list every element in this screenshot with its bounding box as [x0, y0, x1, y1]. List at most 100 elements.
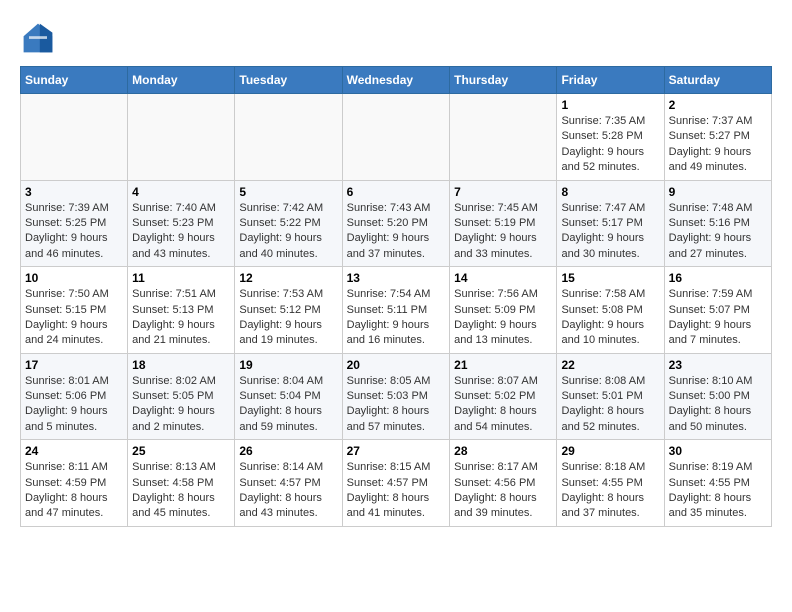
day-number: 21: [454, 358, 552, 372]
day-number: 26: [239, 444, 337, 458]
week-row-3: 10 Sunrise: 7:50 AM Sunset: 5:15 PM Dayli…: [21, 267, 772, 354]
day-cell: 20 Sunrise: 8:05 AM Sunset: 5:03 PM Dayli…: [342, 353, 450, 440]
day-number: 14: [454, 271, 552, 285]
day-number: 17: [25, 358, 123, 372]
day-info: Sunrise: 7:45 AM Sunset: 5:19 PM Dayligh…: [454, 201, 552, 263]
header-friday: Friday: [557, 67, 664, 94]
day-cell: 3 Sunrise: 7:39 AM Sunset: 5:25 PM Daylig…: [21, 180, 128, 267]
day-cell: 15Sunrise: 7:58 AM Sunset: 5:08 PM Dayli…: [557, 267, 664, 354]
day-number: 15: [561, 271, 659, 285]
day-number: 5: [239, 185, 337, 199]
day-cell: 7 Sunrise: 7:45 AM Sunset: 5:19 PM Daylig…: [450, 180, 557, 267]
day-info: Sunrise: 8:18 AM Sunset: 4:55 PM Dayligh…: [561, 460, 659, 522]
day-number: 1: [561, 98, 659, 112]
day-number: 20: [347, 358, 446, 372]
day-number: 27: [347, 444, 446, 458]
day-number: 22: [561, 358, 659, 372]
day-info: Sunrise: 8:08 AM Sunset: 5:01 PM Dayligh…: [561, 374, 659, 436]
day-cell: 22 Sunrise: 8:08 AM Sunset: 5:01 PM Dayli…: [557, 353, 664, 440]
day-number: 7: [454, 185, 552, 199]
day-number: 4: [132, 185, 230, 199]
day-info: Sunrise: 7:42 AM Sunset: 5:22 PM Dayligh…: [239, 201, 337, 263]
day-info: Sunrise: 7:56 AM Sunset: 5:09 PM Dayligh…: [454, 287, 552, 349]
day-cell: 1 Sunrise: 7:35 AM Sunset: 5:28 PM Daylig…: [557, 94, 664, 181]
day-number: 3: [25, 185, 123, 199]
day-info: Sunrise: 8:07 AM Sunset: 5:02 PM Dayligh…: [454, 374, 552, 436]
day-number: 23: [669, 358, 767, 372]
logo-icon: [20, 20, 56, 56]
week-row-2: 3 Sunrise: 7:39 AM Sunset: 5:25 PM Daylig…: [21, 180, 772, 267]
day-info: Sunrise: 7:51 AM Sunset: 5:13 PM Dayligh…: [132, 287, 230, 349]
week-row-5: 24 Sunrise: 8:11 AM Sunset: 4:59 PM Dayli…: [21, 440, 772, 527]
day-info: Sunrise: 7:40 AM Sunset: 5:23 PM Dayligh…: [132, 201, 230, 263]
day-cell: 16Sunrise: 7:59 AM Sunset: 5:07 PM Dayli…: [664, 267, 771, 354]
day-cell: 23 Sunrise: 8:10 AM Sunset: 5:00 PM Dayli…: [664, 353, 771, 440]
day-info: Sunrise: 8:04 AM Sunset: 5:04 PM Dayligh…: [239, 374, 337, 436]
day-cell: 25 Sunrise: 8:13 AM Sunset: 4:58 PM Dayli…: [128, 440, 235, 527]
day-number: 28: [454, 444, 552, 458]
day-number: 6: [347, 185, 446, 199]
day-cell: [21, 94, 128, 181]
day-info: Sunrise: 8:13 AM Sunset: 4:58 PM Dayligh…: [132, 460, 230, 522]
day-cell: [450, 94, 557, 181]
day-info: Sunrise: 7:37 AM Sunset: 5:27 PM Dayligh…: [669, 114, 767, 176]
day-cell: 10 Sunrise: 7:50 AM Sunset: 5:15 PM Dayli…: [21, 267, 128, 354]
day-cell: 18 Sunrise: 8:02 AM Sunset: 5:05 PM Dayli…: [128, 353, 235, 440]
day-info: Sunrise: 8:10 AM Sunset: 5:00 PM Dayligh…: [669, 374, 767, 436]
day-number: 9: [669, 185, 767, 199]
day-info: Sunrise: 7:50 AM Sunset: 5:15 PM Dayligh…: [25, 287, 123, 349]
day-info: Sunrise: 8:01 AM Sunset: 5:06 PM Dayligh…: [25, 374, 123, 436]
day-cell: 13 Sunrise: 7:54 AM Sunset: 5:11 PM Dayli…: [342, 267, 450, 354]
day-info: Sunrise: 7:39 AM Sunset: 5:25 PM Dayligh…: [25, 201, 123, 263]
day-number: 10: [25, 271, 123, 285]
day-cell: 12Sunrise: 7:53 AM Sunset: 5:12 PM Dayli…: [235, 267, 342, 354]
day-cell: 11 Sunrise: 7:51 AM Sunset: 5:13 PM Dayli…: [128, 267, 235, 354]
day-number: 25: [132, 444, 230, 458]
day-info: Sunrise: 7:35 AM Sunset: 5:28 PM Dayligh…: [561, 114, 659, 176]
day-info: Sunrise: 8:19 AM Sunset: 4:55 PM Dayligh…: [669, 460, 767, 522]
page-header: [20, 20, 772, 56]
day-cell: 24 Sunrise: 8:11 AM Sunset: 4:59 PM Dayli…: [21, 440, 128, 527]
day-number: 30: [669, 444, 767, 458]
header-wednesday: Wednesday: [342, 67, 450, 94]
day-number: 8: [561, 185, 659, 199]
header-thursday: Thursday: [450, 67, 557, 94]
day-cell: 29 Sunrise: 8:18 AM Sunset: 4:55 PM Dayli…: [557, 440, 664, 527]
day-cell: 8 Sunrise: 7:47 AM Sunset: 5:17 PM Daylig…: [557, 180, 664, 267]
day-cell: 17 Sunrise: 8:01 AM Sunset: 5:06 PM Dayli…: [21, 353, 128, 440]
day-info: Sunrise: 8:05 AM Sunset: 5:03 PM Dayligh…: [347, 374, 446, 436]
day-cell: 30 Sunrise: 8:19 AM Sunset: 4:55 PM Dayli…: [664, 440, 771, 527]
day-info: Sunrise: 8:17 AM Sunset: 4:56 PM Dayligh…: [454, 460, 552, 522]
day-info: Sunrise: 7:47 AM Sunset: 5:17 PM Dayligh…: [561, 201, 659, 263]
day-number: 16: [669, 271, 767, 285]
day-cell: 2 Sunrise: 7:37 AM Sunset: 5:27 PM Daylig…: [664, 94, 771, 181]
day-number: 29: [561, 444, 659, 458]
week-row-4: 17 Sunrise: 8:01 AM Sunset: 5:06 PM Dayli…: [21, 353, 772, 440]
day-cell: 6 Sunrise: 7:43 AM Sunset: 5:20 PM Daylig…: [342, 180, 450, 267]
day-number: 18: [132, 358, 230, 372]
calendar-body: 1 Sunrise: 7:35 AM Sunset: 5:28 PM Daylig…: [21, 94, 772, 527]
day-cell: [128, 94, 235, 181]
day-info: Sunrise: 8:02 AM Sunset: 5:05 PM Dayligh…: [132, 374, 230, 436]
day-number: 11: [132, 271, 230, 285]
week-row-1: 1 Sunrise: 7:35 AM Sunset: 5:28 PM Daylig…: [21, 94, 772, 181]
day-cell: 19Sunrise: 8:04 AM Sunset: 5:04 PM Dayli…: [235, 353, 342, 440]
header-sunday: Sunday: [21, 67, 128, 94]
day-cell: 27Sunrise: 8:15 AM Sunset: 4:57 PM Dayli…: [342, 440, 450, 527]
logo: [20, 20, 62, 56]
day-info: Sunrise: 7:43 AM Sunset: 5:20 PM Dayligh…: [347, 201, 446, 263]
day-number: 2: [669, 98, 767, 112]
calendar-header-row: SundayMondayTuesdayWednesdayThursdayFrid…: [21, 67, 772, 94]
day-cell: 5 Sunrise: 7:42 AM Sunset: 5:22 PM Daylig…: [235, 180, 342, 267]
day-cell: 14 Sunrise: 7:56 AM Sunset: 5:09 PM Dayli…: [450, 267, 557, 354]
day-info: Sunrise: 7:48 AM Sunset: 5:16 PM Dayligh…: [669, 201, 767, 263]
day-number: 12: [239, 271, 337, 285]
day-number: 13: [347, 271, 446, 285]
day-cell: 21 Sunrise: 8:07 AM Sunset: 5:02 PM Dayli…: [450, 353, 557, 440]
day-info: Sunrise: 8:14 AM Sunset: 4:57 PM Dayligh…: [239, 460, 337, 522]
day-info: Sunrise: 7:54 AM Sunset: 5:11 PM Dayligh…: [347, 287, 446, 349]
day-cell: [235, 94, 342, 181]
header-monday: Monday: [128, 67, 235, 94]
day-number: 24: [25, 444, 123, 458]
day-info: Sunrise: 8:11 AM Sunset: 4:59 PM Dayligh…: [25, 460, 123, 522]
